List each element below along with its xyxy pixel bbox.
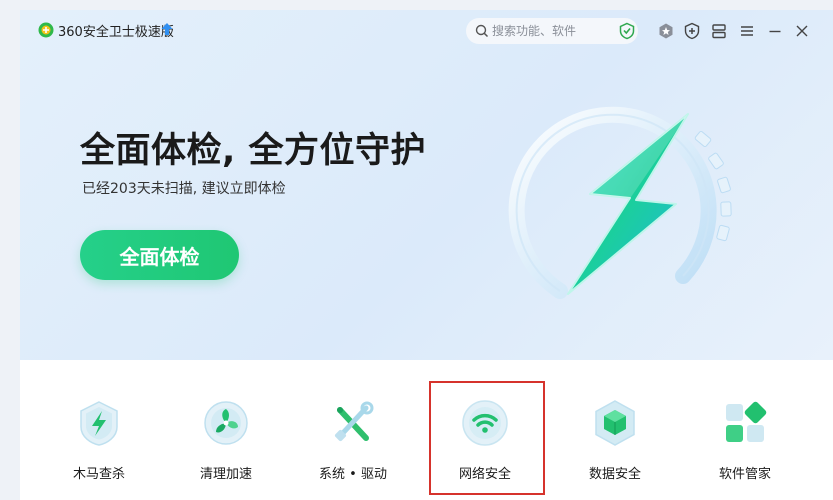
tool-system-driver[interactable]: 系统 • 驱动 — [293, 360, 413, 500]
title-bar: 360安全卫士极速版 — [20, 10, 833, 50]
hero-headline: 全面体检, 全方位守护 — [80, 131, 426, 171]
app-title: 360安全卫士极速版 — [58, 25, 174, 40]
upgrade-arrow-icon[interactable] — [160, 22, 174, 36]
tool-data-security[interactable]: 数据安全 — [555, 360, 675, 500]
wifi-security-icon — [462, 400, 508, 446]
data-cube-icon — [595, 400, 635, 446]
tool-label: 系统 • 驱动 — [319, 467, 387, 482]
search-icon — [475, 24, 489, 38]
tool-software-manager[interactable]: 软件管家 — [685, 360, 805, 500]
tool-label: 数据安全 — [588, 467, 641, 482]
trojan-scan-icon — [80, 401, 118, 446]
tool-label: 软件管家 — [718, 467, 771, 482]
tool-label: 网络安全 — [458, 467, 511, 482]
hero-panel: 360安全卫士极速版 搜索功能、软件 全面体检, 全方位守护 已经203天未扫描… — [20, 10, 833, 360]
full-checkup-button[interactable]: 全面体检 — [80, 230, 239, 280]
software-manager-icon — [726, 401, 767, 442]
menu-icon[interactable] — [738, 22, 756, 40]
lightning-shield-illustration — [508, 106, 732, 299]
tool-label: 木马查杀 — [72, 467, 125, 482]
minimize-icon[interactable] — [766, 22, 784, 40]
hexagon-badge-icon[interactable] — [657, 22, 675, 40]
app-logo-icon — [38, 22, 54, 38]
hero-subtitle: 已经203天未扫描, 建议立即体检 — [82, 181, 286, 197]
tool-cleanup[interactable]: 清理加速 — [166, 360, 286, 500]
plus-shield-icon[interactable] — [683, 22, 701, 40]
tools-bar: 木马查杀 清理加速 系统 • 驱动 网络安全 数据安全 软件管家 — [20, 360, 833, 500]
tool-network-security[interactable]: 网络安全 — [425, 360, 545, 500]
shield-check-icon[interactable] — [618, 22, 636, 40]
tool-label: 清理加速 — [199, 467, 252, 482]
search-input[interactable] — [492, 21, 610, 41]
app-window: 360安全卫士极速版 搜索功能、软件 全面体检, 全方位守护 已经203天未扫描… — [20, 10, 833, 500]
search-box[interactable] — [466, 18, 638, 44]
system-driver-tools-icon — [334, 401, 374, 442]
close-icon[interactable] — [793, 22, 811, 40]
tool-trojan-scan[interactable]: 木马查杀 — [39, 360, 159, 500]
cleanup-fan-icon — [204, 401, 248, 445]
layout-icon[interactable] — [710, 22, 728, 40]
